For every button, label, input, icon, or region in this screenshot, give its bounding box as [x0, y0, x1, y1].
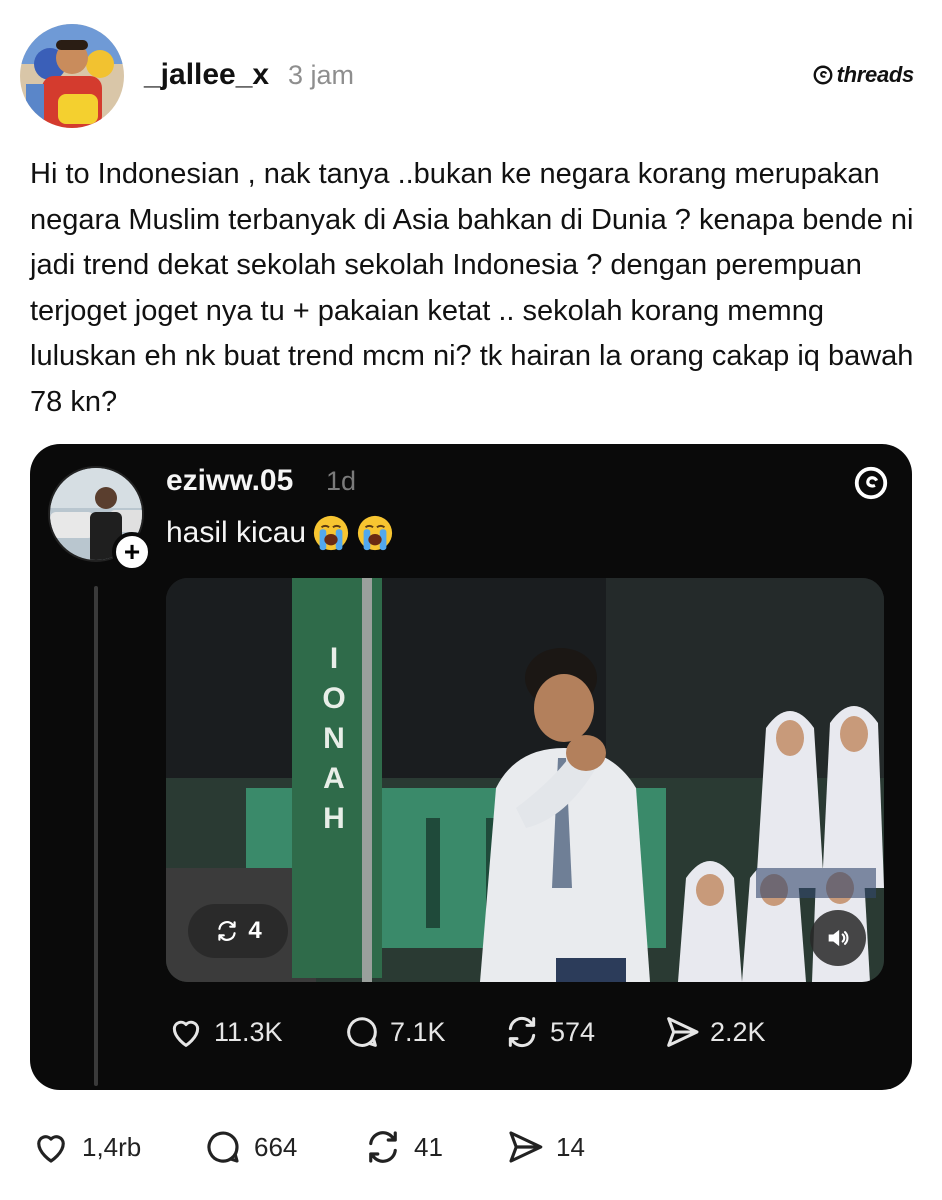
repost-count: 4 — [248, 917, 262, 944]
svg-text:H: H — [323, 802, 345, 835]
repost-icon — [218, 921, 236, 941]
quoted-like-button[interactable]: 11.3K — [166, 1012, 283, 1052]
post-header: _jallee_x 3 jam threads — [20, 24, 922, 128]
heart-icon — [37, 1135, 65, 1163]
post-actions: 1,4rb 664 41 14 — [30, 1126, 730, 1170]
quoted-post-card[interactable]: + eziww.05 1d hasil kicau I O N A H 4 11… — [30, 444, 912, 1090]
repost-count: 41 — [414, 1131, 443, 1162]
svg-text:I: I — [330, 642, 338, 675]
quoted-share-button[interactable]: 2.2K — [662, 1012, 766, 1052]
svg-text:N: N — [323, 722, 345, 755]
threads-brand-label: threads — [836, 62, 915, 87]
loudly-crying-face-icon — [313, 515, 349, 551]
share-button[interactable]: 14 — [504, 1126, 585, 1168]
sound-toggle-button[interactable] — [810, 910, 866, 966]
quoted-share-count: 2.2K — [710, 1016, 766, 1047]
loudly-crying-face-icon — [357, 515, 393, 551]
like-button[interactable]: 1,4rb — [30, 1126, 141, 1168]
quoted-like-count: 11.3K — [214, 1016, 283, 1047]
send-icon — [667, 1017, 699, 1047]
svg-text:O: O — [322, 682, 345, 715]
threads-brand: threads — [812, 62, 914, 88]
comment-icon — [207, 1131, 239, 1163]
quoted-actions: 11.3K 7.1K 574 2.2K — [166, 1012, 866, 1056]
quoted-text: hasil kicau — [166, 516, 307, 549]
send-icon — [509, 1131, 543, 1163]
post-timestamp: 3 jam — [288, 60, 355, 90]
threads-logo-icon — [813, 65, 833, 85]
like-count: 1,4rb — [82, 1131, 142, 1162]
quoted-repost-button[interactable]: 574 — [502, 1012, 595, 1052]
speaker-icon — [828, 929, 849, 947]
username[interactable]: _jallee_x — [144, 58, 269, 92]
quoted-reply-count: 7.1K — [390, 1016, 446, 1047]
avatar[interactable] — [20, 24, 124, 128]
quoted-reply-button[interactable]: 7.1K — [342, 1012, 446, 1052]
heart-icon — [172, 1020, 200, 1047]
follow-plus-button[interactable]: + — [112, 532, 152, 572]
repost-icon — [508, 1016, 536, 1048]
quoted-timestamp: 1d — [326, 466, 357, 496]
repost-count-pill[interactable]: 4 — [188, 904, 288, 958]
video-media[interactable]: I O N A H 4 — [166, 578, 884, 982]
quoted-text-row: hasil kicau — [166, 514, 394, 552]
quoted-username[interactable]: eziww.05 — [166, 464, 293, 498]
reply-count: 664 — [254, 1131, 298, 1162]
repost-button[interactable]: 41 — [362, 1126, 443, 1168]
repost-icon — [369, 1131, 397, 1163]
quoted-repost-count: 574 — [550, 1016, 596, 1047]
post-body-text: Hi to Indonesian , nak tanya ..bukan ke … — [30, 158, 914, 418]
comment-icon — [347, 1017, 377, 1047]
share-count: 14 — [556, 1131, 585, 1162]
svg-text:A: A — [323, 762, 345, 795]
reply-button[interactable]: 664 — [202, 1126, 297, 1168]
thread-line — [94, 586, 98, 1086]
threads-logo-icon — [854, 466, 888, 500]
